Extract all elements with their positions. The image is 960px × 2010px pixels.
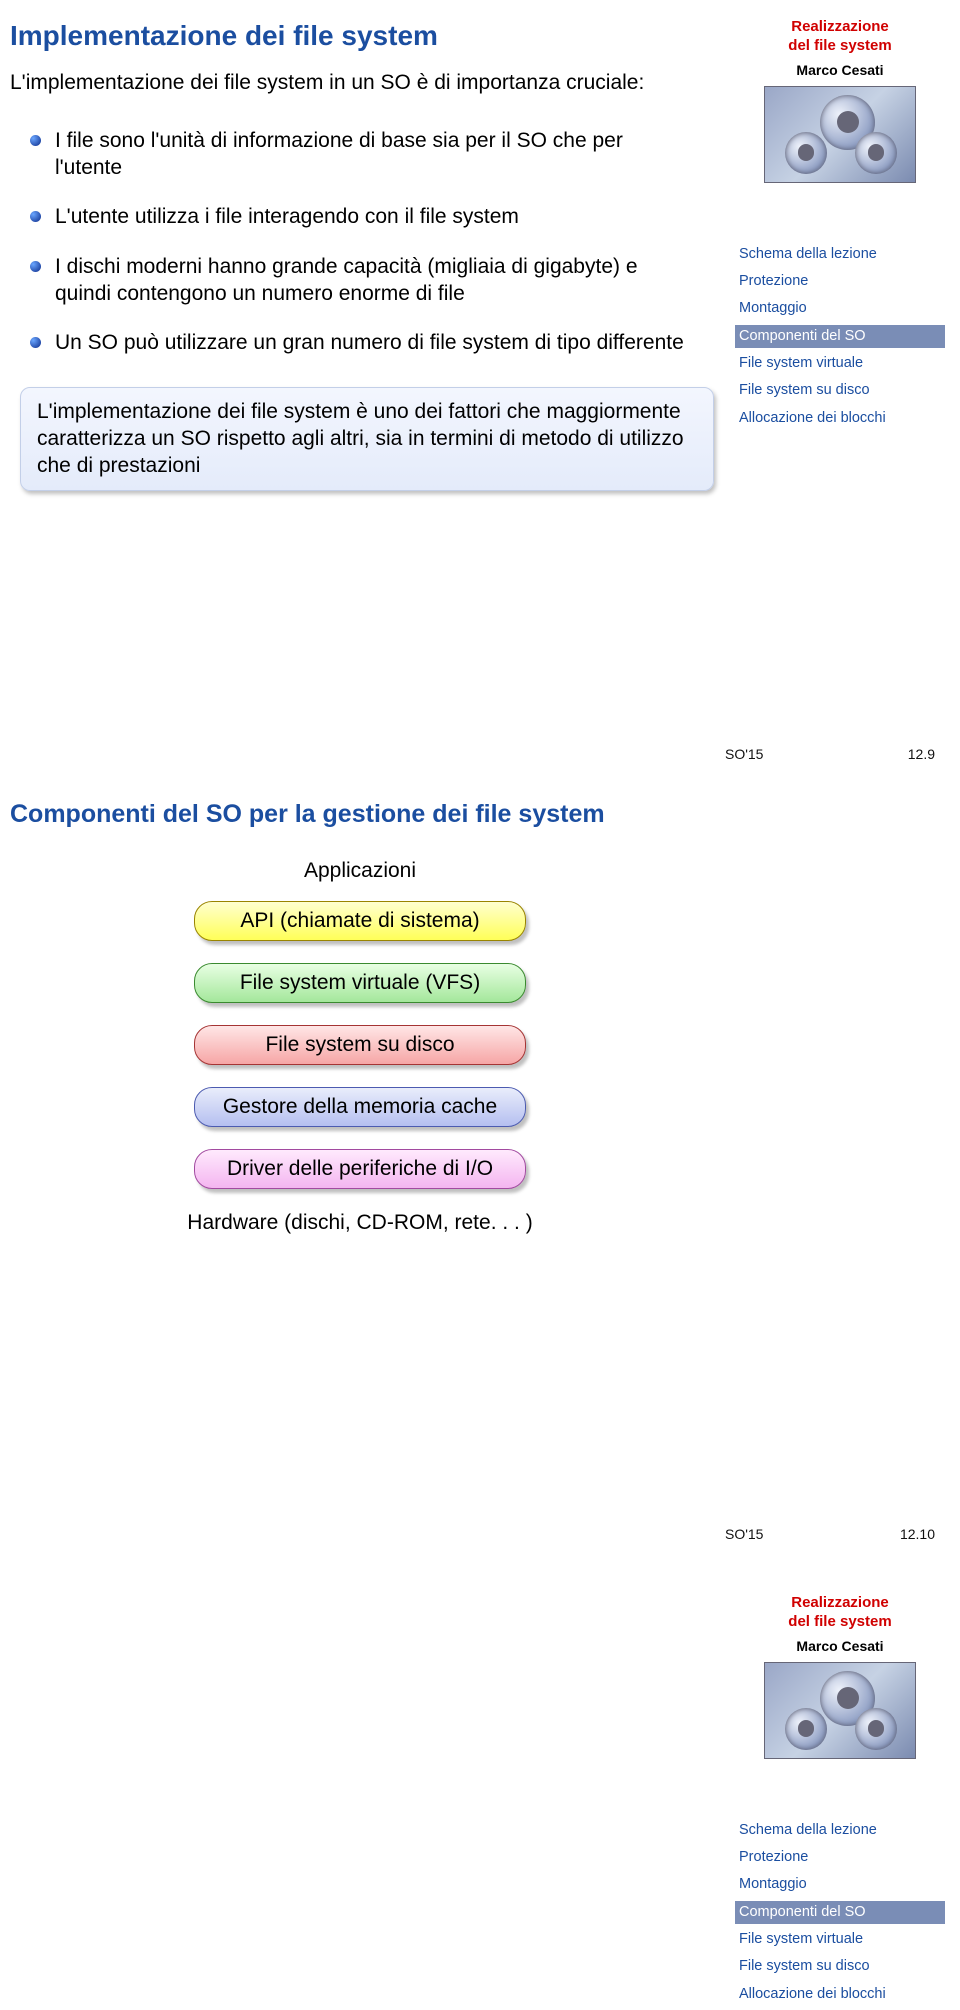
footer-right: 12.9 bbox=[908, 746, 935, 762]
layer-diagram: Applicazioni API (chiamate di sistema) F… bbox=[150, 859, 570, 1235]
sidebar: Realizzazione del file system Marco Cesa… bbox=[735, 1594, 945, 2010]
side-image-gears bbox=[764, 1662, 916, 1759]
footer-left: SO'15 bbox=[725, 1526, 763, 1542]
footer-left: SO'15 bbox=[725, 746, 763, 762]
nav-item-fsdisco[interactable]: File system su disco bbox=[735, 1955, 945, 1978]
diagram-bottom-label: Hardware (dischi, CD-ROM, rete. . . ) bbox=[150, 1211, 570, 1235]
side-title: Realizzazione del file system bbox=[735, 1594, 945, 1632]
layer-vfs: File system virtuale (VFS) bbox=[194, 963, 526, 1003]
gear-icon bbox=[785, 1708, 827, 1750]
nav-item-montaggio[interactable]: Montaggio bbox=[735, 1873, 945, 1896]
nav-item-protezione[interactable]: Protezione bbox=[735, 1846, 945, 1869]
side-title: Realizzazione del file system bbox=[735, 18, 945, 56]
side-title-line: del file system bbox=[788, 37, 891, 54]
nav-item-schema[interactable]: Schema della lezione bbox=[735, 243, 945, 266]
side-nav: Schema della lezione Protezione Montaggi… bbox=[735, 243, 945, 431]
side-title-line: del file system bbox=[788, 1613, 891, 1630]
sidebar: Realizzazione del file system Marco Cesa… bbox=[735, 18, 945, 434]
side-nav: Schema della lezione Protezione Montaggi… bbox=[735, 1819, 945, 2007]
side-author: Marco Cesati bbox=[735, 1638, 945, 1654]
side-title-line: Realizzazione bbox=[791, 18, 889, 35]
bullet-item: I dischi moderni hanno grande capacità (… bbox=[35, 253, 685, 308]
callout-box: L'implementazione dei file system è uno … bbox=[20, 387, 714, 491]
bullet-list: I file sono l'unità di informazione di b… bbox=[10, 127, 685, 357]
nav-item-montaggio[interactable]: Montaggio bbox=[735, 297, 945, 320]
nav-item-schema[interactable]: Schema della lezione bbox=[735, 1819, 945, 1842]
footer-right: 12.10 bbox=[900, 1526, 935, 1542]
intro-text: L'implementazione dei file system in un … bbox=[10, 70, 670, 97]
layer-driver: Driver delle periferiche di I/O bbox=[194, 1149, 526, 1189]
footer: SO'15 12.10 bbox=[725, 1526, 935, 1542]
nav-item-allocazione[interactable]: Allocazione dei blocchi bbox=[735, 407, 945, 430]
gear-icon bbox=[855, 132, 897, 174]
nav-item-fsvirtuale[interactable]: File system virtuale bbox=[735, 1928, 945, 1951]
nav-item-protezione[interactable]: Protezione bbox=[735, 270, 945, 293]
side-author: Marco Cesati bbox=[735, 62, 945, 78]
nav-item-fsdisco[interactable]: File system su disco bbox=[735, 379, 945, 402]
bullet-item: L'utente utilizza i file interagendo con… bbox=[35, 203, 685, 230]
bullet-item: Un SO può utilizzare un gran numero di f… bbox=[35, 329, 685, 356]
slide-title: Componenti del SO per la gestione dei fi… bbox=[10, 800, 700, 829]
diagram-top-label: Applicazioni bbox=[150, 859, 570, 883]
gear-icon bbox=[785, 132, 827, 174]
layer-cache: Gestore della memoria cache bbox=[194, 1087, 526, 1127]
layer-fs-disk: File system su disco bbox=[194, 1025, 526, 1065]
layer-api: API (chiamate di sistema) bbox=[194, 901, 526, 941]
nav-item-fsvirtuale[interactable]: File system virtuale bbox=[735, 352, 945, 375]
nav-item-componenti[interactable]: Componenti del SO bbox=[735, 1901, 945, 1924]
side-title-line: Realizzazione bbox=[791, 1594, 889, 1611]
side-image-gears bbox=[764, 86, 916, 183]
footer: SO'15 12.9 bbox=[725, 746, 935, 762]
nav-item-componenti[interactable]: Componenti del SO bbox=[735, 325, 945, 348]
nav-item-allocazione[interactable]: Allocazione dei blocchi bbox=[735, 1983, 945, 2006]
gear-icon bbox=[855, 1708, 897, 1750]
bullet-item: I file sono l'unità di informazione di b… bbox=[35, 127, 685, 182]
slide-title: Implementazione dei file system bbox=[10, 20, 700, 52]
